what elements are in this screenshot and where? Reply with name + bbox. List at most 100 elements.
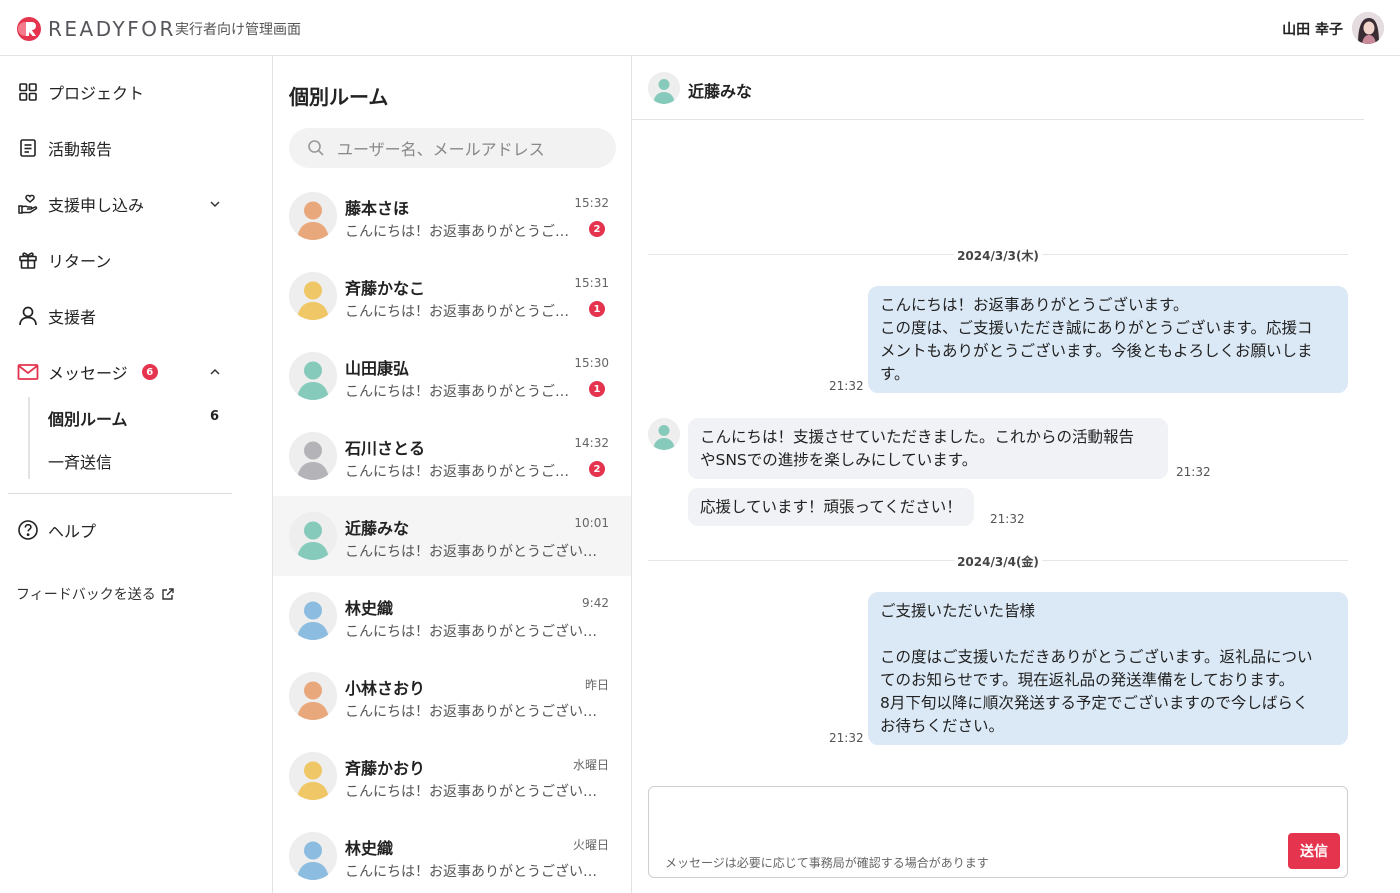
person-icon xyxy=(16,304,40,328)
avatar xyxy=(289,352,337,400)
room-time: 10:01 xyxy=(574,516,609,530)
room-list-item[interactable]: 林史織 火曜日 こんにちは！お返事ありがとうございます。 xyxy=(273,816,631,893)
nav-label: ヘルプ xyxy=(48,522,97,541)
app-header: READYFOR 実行者向け管理画面 山田 幸子 xyxy=(0,0,1400,56)
nav-label: 支援者 xyxy=(48,308,97,327)
room-time: 15:32 xyxy=(574,196,609,210)
nav-label: 活動報告 xyxy=(48,140,113,159)
nav-item-support-applications[interactable]: 支援申し込み xyxy=(16,188,236,220)
avatar xyxy=(289,432,337,480)
unread-badge: 1 xyxy=(589,301,605,317)
nav-label: メッセージ xyxy=(48,364,128,383)
date-label: 2024/3/3(木) xyxy=(954,249,1042,263)
chevron-down-icon[interactable] xyxy=(208,196,222,215)
room-time: 15:30 xyxy=(574,356,609,370)
room-list-item[interactable]: 斉藤かおり 水曜日 こんにちは！お返事ありがとうございます。 xyxy=(273,736,631,816)
message-line: この度はご支援いただきありがとうございます。返礼品につい xyxy=(880,648,1313,666)
search-placeholder: ユーザー名、メールアドレス xyxy=(337,140,545,159)
room-preview: こんにちは！お返事ありがとうございます。 xyxy=(345,464,571,480)
room-name: 林史織 xyxy=(345,839,394,858)
room-list-item[interactable]: 藤本さほ 15:32こんにちは！お返事ありがとうございます。 2 xyxy=(273,176,631,256)
header-subtitle: 実行者向け管理画面 xyxy=(175,22,301,38)
room-name: 藤本さほ xyxy=(345,199,410,218)
avatar xyxy=(289,192,337,240)
nav-item-messages[interactable]: メッセージ 6 xyxy=(16,356,236,388)
chevron-up-icon[interactable] xyxy=(208,364,222,383)
date-separator: 2024/3/4(金) xyxy=(648,553,1348,569)
mail-icon xyxy=(16,360,40,384)
room-list-title: 個別ルーム xyxy=(289,85,389,109)
nav-label: リターン xyxy=(48,252,112,271)
unread-badge: 2 xyxy=(589,221,605,237)
gift-icon xyxy=(16,248,40,272)
incoming-message-bubble: こんにちは！支援させていただきました。これからの活動報告 やSNSでの進捗を楽し… xyxy=(688,418,1168,479)
search-input[interactable]: ユーザー名、メールアドレス xyxy=(289,128,616,168)
avatar xyxy=(289,752,337,800)
avatar xyxy=(289,512,337,560)
nav-label: プロジェクト xyxy=(48,84,145,103)
message-line: こんにちは！支援させていただきました。これからの活動報告 xyxy=(700,428,1135,446)
avatar xyxy=(289,592,337,640)
nav-item-projects[interactable]: プロジェクト xyxy=(16,76,236,108)
room-list-item[interactable]: 斉藤かなこ 15:31こんにちは！お返事ありがとうございます。 1 xyxy=(273,256,631,336)
nav-divider xyxy=(8,493,232,494)
unread-badge: 2 xyxy=(589,461,605,477)
user-name[interactable]: 山田 幸子 xyxy=(1282,19,1343,39)
room-list-item[interactable]: 近藤みな 10:01 こんにちは！お返事ありがとうございます。 xyxy=(273,496,631,576)
avatar xyxy=(289,832,337,880)
room-name: 石川さとる xyxy=(345,439,426,458)
user-avatar[interactable] xyxy=(1352,12,1384,44)
nav-label: 支援申し込み xyxy=(48,196,145,215)
room-time: 火曜日 xyxy=(572,838,609,852)
nav-item-supporters[interactable]: 支援者 xyxy=(16,300,236,332)
room-name: 林史織 xyxy=(345,599,394,618)
external-link-icon xyxy=(161,587,175,601)
room-list-item[interactable]: 山田康弘 15:30こんにちは！お返事ありがとうございます。 1 xyxy=(273,336,631,416)
room-name: 斉藤かなこ xyxy=(345,279,426,298)
individual-rooms-count: 6 xyxy=(210,409,220,424)
message-time: 21:32 xyxy=(990,512,1025,526)
room-name: 近藤みな xyxy=(345,519,410,538)
composer-note: メッセージは必要に応じて事務局が確認する場合があります xyxy=(665,856,989,870)
avatar xyxy=(289,672,337,720)
chat-partner-name: 近藤みな xyxy=(688,82,753,101)
message-line: す。 xyxy=(880,365,910,383)
room-time: 9:42 xyxy=(582,596,609,610)
date-separator: 2024/3/3(木) xyxy=(648,247,1348,263)
help-circle-icon xyxy=(16,518,40,542)
chat-panel: 近藤みな 2024/3/3(木) 21:32 こんにちは！お返事ありがとうござい… xyxy=(632,56,1400,893)
message-line: メントもありがとうございます。今後ともよろしくお願いしま xyxy=(880,342,1313,360)
nav-item-returns[interactable]: リターン xyxy=(16,244,236,276)
message-time: 21:32 xyxy=(829,731,864,745)
room-list-panel: 個別ルーム ユーザー名、メールアドレス 藤本さほ 15:32 こんにちは！お返事あり… xyxy=(272,56,632,893)
message-line: 8月下旬以降に順次発送する予定でございますので今しばらく xyxy=(880,694,1309,712)
feedback-link[interactable]: フィードバックを送る xyxy=(16,584,175,604)
avatar xyxy=(289,272,337,320)
room-preview: こんにちは！お返事ありがとうございます。 xyxy=(345,704,599,720)
message-line: 応援しています！頑張ってください！ xyxy=(700,498,962,516)
room-time: 14:32 xyxy=(574,436,609,450)
nav-item-help[interactable]: ヘルプ xyxy=(16,514,236,546)
brand-logo[interactable]: READYFOR xyxy=(16,16,176,42)
nav-item-activity-reports[interactable]: 活動報告 xyxy=(16,132,236,164)
room-list-item[interactable]: 石川さとる 14:32こんにちは！お返事ありがとうございます。 2 xyxy=(273,416,631,496)
subnav-indicator-line xyxy=(28,397,30,479)
room-list-item[interactable]: 小林さおり 昨日 こんにちは！お返事ありがとうございます。 xyxy=(273,656,631,736)
room-name: 斉藤かおり xyxy=(345,759,426,778)
room-preview: こんにちは！お返事ありがとうございます。 xyxy=(345,624,599,640)
room-preview: こんにちは！お返事ありがとうございます。 xyxy=(345,544,599,560)
document-icon xyxy=(16,136,40,160)
message-composer[interactable]: メッセージは必要に応じて事務局が確認する場合があります 送信 xyxy=(648,786,1348,878)
unread-badge: 1 xyxy=(589,381,605,397)
room-name: 小林さおり xyxy=(345,679,426,698)
room-preview: こんにちは！お返事ありがとうございます。 xyxy=(345,224,571,240)
partner-avatar-small xyxy=(648,418,680,450)
room-preview: こんにちは！お返事ありがとうございます。 xyxy=(345,304,571,320)
room-list-item[interactable]: 林史織 9:42 こんにちは！お返事ありがとうございます。 xyxy=(273,576,631,656)
subnav-item-broadcast[interactable]: 一斉送信 xyxy=(48,449,112,473)
subnav-item-individual-rooms[interactable]: 個別ルーム xyxy=(48,406,128,430)
partner-avatar xyxy=(648,72,680,104)
incoming-message-bubble: 応援しています！頑張ってください！ xyxy=(688,488,974,526)
send-button[interactable]: 送信 xyxy=(1288,833,1340,869)
sidebar-nav: プロジェクト 活動報告 支援申し込み リターン 支援者 メッセージ 6 個別ルー… xyxy=(0,56,272,893)
